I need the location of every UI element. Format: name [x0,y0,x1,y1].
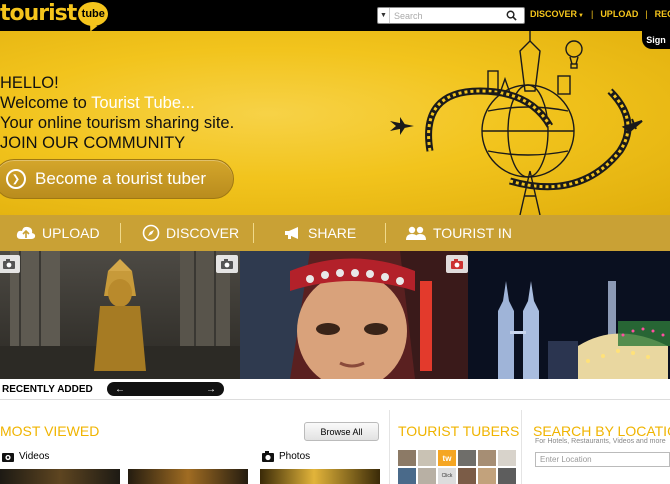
recently-added-label: RECENTLY ADDED [2,384,93,395]
photos-label: Photos [279,451,311,462]
hero-brand-name: Tourist Tube... [91,94,195,112]
search-icon[interactable] [502,8,520,23]
photo-thumbnail[interactable] [260,469,380,484]
travel-illustration [390,31,643,215]
tuber-avatar[interactable] [458,450,476,466]
become-tourist-tuber-button[interactable]: ❯ Become a tourist tuber [0,159,234,199]
action-upload[interactable]: UPLOAD [16,215,100,251]
airplane-icon [390,117,414,135]
nav-discover-label: DISCOVER [530,9,578,19]
camera-icon [0,255,20,273]
tuber-avatar[interactable] [398,468,416,484]
logo-bubble: tube [78,2,109,26]
action-divider [385,223,386,243]
nav-upload[interactable]: UPLOAD [600,9,638,19]
hero-join: JOIN OUR COMMUNITY [0,134,186,152]
camera-icon [446,255,468,273]
search-by-location-subtitle: For Hotels, Restaurants, Videos and more [535,438,666,445]
camera-icon [2,453,14,462]
people-icon [406,226,426,240]
top-bar: tourist tube ▼ DISCOVER▼ | UPLOAD | REGI… [0,0,670,31]
chevron-down-icon: ▼ [578,13,584,19]
nav-discover[interactable]: DISCOVER▼ [530,9,584,19]
hero-welcome: Welcome to Tourist Tube... [0,93,234,113]
tuber-avatar[interactable] [418,450,436,466]
search-input[interactable] [390,10,502,21]
nav-register[interactable]: REGIST [655,9,670,19]
arrow-right-icon[interactable]: → [206,384,216,395]
tuber-avatar[interactable] [418,468,436,484]
tourist-tubers-grid: tw Click [398,450,516,484]
video-thumbnail[interactable] [128,469,248,484]
column-divider [521,410,522,484]
hero-text: HELLO! Welcome to Tourist Tube... Your o… [0,73,234,153]
action-upload-label: UPLOAD [42,225,100,241]
cloud-upload-icon [16,226,36,239]
photo-city-night[interactable] [468,251,670,379]
nav-separator: | [590,9,594,19]
search-box: ▼ [377,7,525,24]
recent-photos-strip [0,251,670,379]
photo-child-portrait[interactable] [240,251,468,379]
megaphone-icon [285,227,298,239]
become-button-label: Become a tourist tuber [35,169,207,188]
action-tourist-in[interactable]: TOURIST IN [405,215,512,251]
tuber-avatar[interactable] [458,468,476,484]
video-thumbnail[interactable] [0,469,120,484]
action-discover[interactable]: DISCOVER [142,215,239,251]
location-input[interactable] [535,452,670,467]
tuber-avatar[interactable] [478,450,496,466]
tuber-avatar[interactable]: tw [438,450,456,466]
chevron-right-icon: ❯ [6,169,26,189]
videos-label: Videos [19,451,50,462]
videos-tab[interactable]: Videos [2,451,49,462]
hero-greeting: HELLO! [0,74,59,92]
recently-added-bar: RECENTLY ADDED ← → [0,379,670,400]
tuber-avatar[interactable] [498,450,516,466]
recently-added-scroller[interactable]: ← → [107,382,224,396]
hero-banner: Sign HELLO! Welcome to Tourist Tube... Y… [0,31,670,215]
action-bar: UPLOAD DISCOVER SHARE TOURIST IN [0,215,670,251]
most-viewed-title: MOST VIEWED [0,423,100,439]
action-tourist-in-label: TOURIST IN [433,225,512,241]
browse-all-button[interactable]: Browse All [304,422,379,441]
tuber-avatar[interactable] [478,468,496,484]
camera-icon [262,451,274,462]
tuber-avatar[interactable] [498,468,516,484]
action-share[interactable]: SHARE [284,215,356,251]
action-divider [253,223,254,243]
photo-pharaoh-statue[interactable] [0,251,240,379]
photos-tab[interactable]: Photos [262,451,310,462]
hero-welcome-prefix: Welcome to [0,94,92,112]
nav-separator: | [645,9,648,19]
camera-icon [216,255,238,273]
hero-tagline: Your online tourism sharing site. [0,114,235,132]
action-discover-label: DISCOVER [166,225,240,241]
search-by-location-title: SEARCH BY LOCATION [533,423,670,439]
action-share-label: SHARE [308,225,357,241]
site-logo[interactable]: tourist tube [0,1,109,29]
tuber-avatar[interactable]: Click [438,468,456,484]
tuber-avatar[interactable] [398,450,416,466]
logo-text: tourist [0,1,77,26]
arrow-left-icon[interactable]: ← [115,384,125,395]
tourist-tubers-title: TOURIST TUBERS [398,423,520,439]
search-category-dropdown[interactable]: ▼ [378,8,390,23]
column-divider [389,410,390,484]
action-divider [120,223,121,243]
compass-icon [142,224,160,242]
top-nav: DISCOVER▼ | UPLOAD | REGIST [530,9,670,19]
